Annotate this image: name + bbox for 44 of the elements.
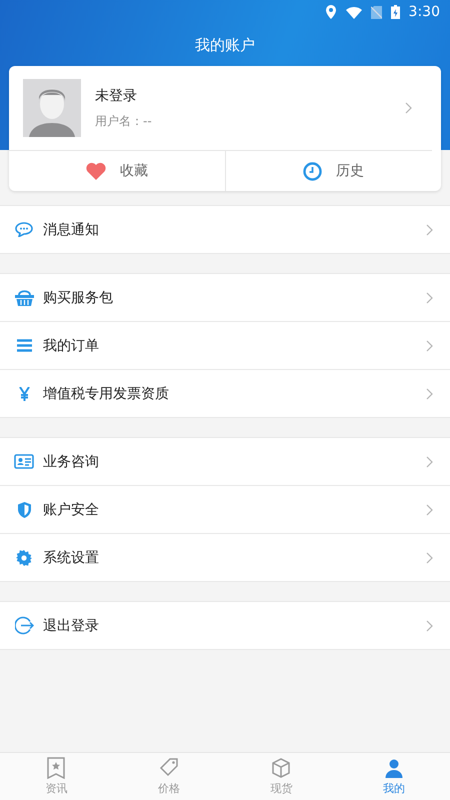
history-button[interactable]: 历史	[224, 151, 441, 191]
chevron-right-icon	[426, 504, 433, 516]
menu-item[interactable]: 购买服务包	[0, 274, 450, 321]
settings-icon	[16, 550, 32, 566]
avatar-icon	[23, 79, 81, 137]
menu-item[interactable]: 账户安全	[0, 485, 450, 533]
menu-item[interactable]: 退出登录	[0, 602, 450, 649]
menu-item[interactable]: 业务咨询	[0, 438, 450, 485]
chevron-right-icon	[426, 620, 433, 632]
chevron-right-icon	[426, 224, 433, 236]
basket-icon	[14, 289, 34, 306]
heart-icon	[86, 162, 106, 180]
yen-icon	[18, 386, 30, 400]
chevron-right-icon	[426, 388, 433, 400]
tab[interactable]: 我的	[338, 753, 450, 800]
login-status: 未登录	[95, 86, 138, 104]
box-icon	[271, 757, 292, 779]
chevron-right-icon	[426, 292, 433, 304]
chevron-right-icon	[405, 102, 412, 114]
wifi-icon	[346, 6, 362, 18]
shield-icon	[18, 502, 30, 518]
menu-item[interactable]: 我的订单	[0, 321, 450, 369]
profile-row[interactable]: 未登录 用户名：--	[9, 66, 432, 151]
logout-icon	[14, 616, 34, 635]
username-label: 用户名：--	[95, 112, 153, 130]
bookmark-star-icon	[46, 757, 66, 779]
tag-icon	[158, 757, 179, 779]
chevron-right-icon	[426, 552, 433, 564]
no-sim-icon	[370, 6, 382, 18]
menu-item[interactable]: 增值税专用发票资质	[0, 369, 450, 417]
id-card-icon	[14, 454, 34, 469]
clock-time: 3:30	[408, 4, 440, 20]
menu-item[interactable]: 消息通知	[0, 206, 450, 253]
chevron-right-icon	[426, 340, 433, 352]
chat-bubble-icon	[15, 222, 33, 237]
list-icon	[16, 339, 32, 352]
clock-icon	[302, 162, 322, 180]
page-title: 我的账户	[194, 36, 256, 55]
person-icon	[384, 757, 404, 779]
menu-item[interactable]: 系统设置	[0, 533, 450, 581]
battery-icon	[390, 5, 400, 19]
chevron-right-icon	[426, 456, 433, 468]
favorites-button[interactable]: 收藏	[9, 151, 224, 191]
location-icon	[324, 5, 337, 19]
